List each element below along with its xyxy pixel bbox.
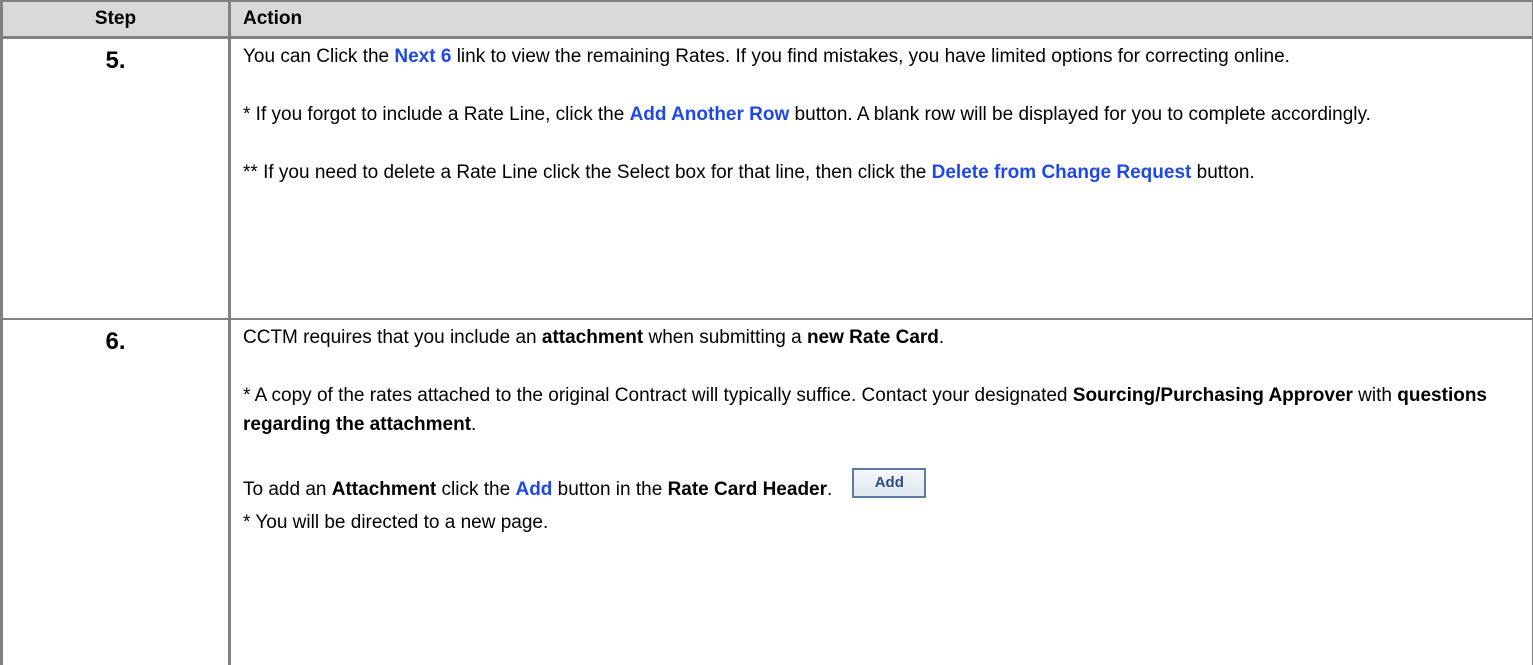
step-number: 5. <box>2 38 230 320</box>
instruction-paragraph: ** If you need to delete a Rate Line cli… <box>243 158 1520 187</box>
instruction-text: ** If you need to delete a Rate Line cli… <box>243 162 932 183</box>
bold-term: attachment <box>542 327 643 348</box>
instruction-paragraph: * You will be directed to a new page. <box>243 508 1520 537</box>
instruction-text: button. A blank row will be displayed fo… <box>789 104 1371 125</box>
step-number: 6. <box>2 319 230 665</box>
table-header-row: Step Action <box>2 1 1533 38</box>
add-another-row-link[interactable]: Add Another Row <box>630 104 790 125</box>
delete-from-change-request-link[interactable]: Delete from Change Request <box>932 162 1192 183</box>
instruction-paragraph: * If you forgot to include a Rate Line, … <box>243 100 1520 129</box>
instruction-text: button. <box>1191 162 1254 183</box>
bold-term: Attachment <box>332 479 437 500</box>
instruction-text: CCTM requires that you include an <box>243 327 542 348</box>
table-row: 6. CCTM requires that you include an att… <box>2 319 1533 665</box>
action-cell: You can Click the Next 6 link to view th… <box>230 38 1533 320</box>
instruction-text: link to view the remaining Rates. If you… <box>451 46 1290 67</box>
step-column-header: Step <box>2 1 230 38</box>
instruction-text: * A copy of the rates attached to the or… <box>243 385 1073 406</box>
add-link[interactable]: Add <box>515 479 552 500</box>
instruction-text: * If you forgot to include a Rate Line, … <box>243 104 630 125</box>
bold-term: new Rate Card <box>807 327 939 348</box>
instruction-text: click the <box>436 479 515 500</box>
instruction-paragraph: You can Click the Next 6 link to view th… <box>243 42 1520 71</box>
instruction-text: . <box>939 327 944 348</box>
action-column-header: Action <box>230 1 1533 38</box>
instruction-text: with <box>1353 385 1397 406</box>
instruction-text: button in the <box>552 479 667 500</box>
add-button-illustration[interactable]: Add <box>852 468 926 498</box>
bold-term: Sourcing/Purchasing Approver <box>1073 385 1353 406</box>
action-cell: CCTM requires that you include an attach… <box>230 319 1533 665</box>
next-6-link[interactable]: Next 6 <box>394 46 451 67</box>
instruction-text: . <box>827 479 832 500</box>
instruction-text: To add an <box>243 479 332 500</box>
instruction-paragraph: To add an Attachment click the Add butto… <box>243 475 1520 508</box>
instruction-text: . <box>471 414 476 435</box>
instruction-table: Step Action 5. You can Click the Next 6 … <box>0 0 1533 665</box>
instruction-paragraph: CCTM requires that you include an attach… <box>243 323 1520 352</box>
instruction-paragraph: * A copy of the rates attached to the or… <box>243 381 1520 439</box>
instruction-text: You can Click the <box>243 46 394 67</box>
instruction-text: when submitting a <box>643 327 807 348</box>
bold-term: Rate Card Header <box>668 479 827 500</box>
table-row: 5. You can Click the Next 6 link to view… <box>2 38 1533 320</box>
